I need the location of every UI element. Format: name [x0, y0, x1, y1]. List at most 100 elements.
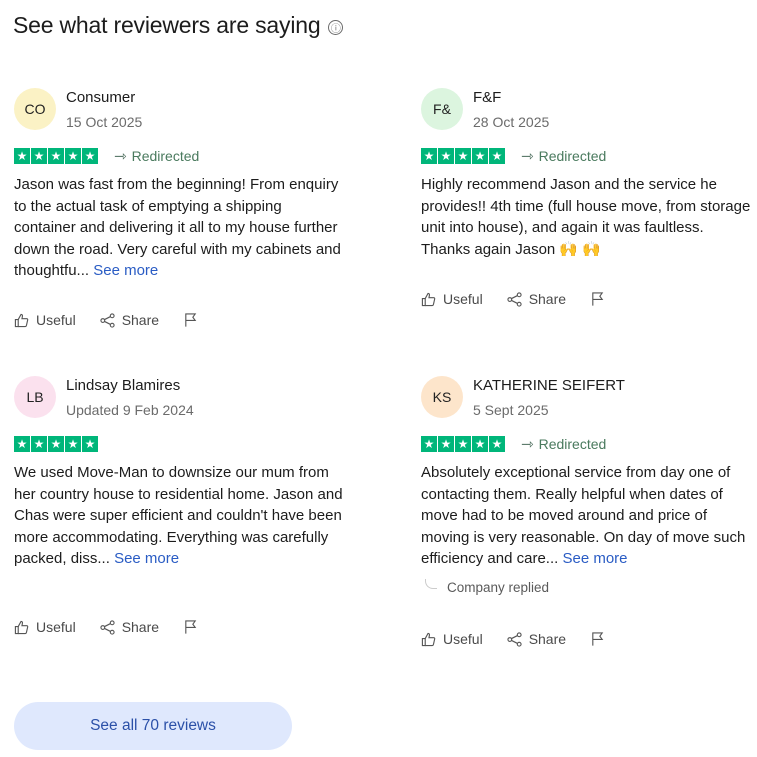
review-actions: Useful Share [421, 631, 605, 647]
star-icon: ★ [65, 148, 81, 164]
redirected-label: Redirected [538, 436, 607, 452]
flag-icon [592, 632, 604, 646]
company-replied[interactable]: Company replied [421, 579, 751, 595]
useful-label: Useful [36, 312, 76, 328]
review-text: We used Move-Man to downsize our mum fro… [14, 462, 344, 570]
useful-button[interactable]: Useful [14, 312, 76, 328]
useful-label: Useful [443, 291, 483, 307]
redirect-arrow-icon: ⇾ [521, 148, 534, 165]
star-icon: ★ [455, 148, 471, 164]
useful-label: Useful [36, 619, 76, 635]
avatar: F& [421, 88, 463, 130]
share-button[interactable]: Share [507, 631, 566, 647]
star-icon: ★ [489, 148, 505, 164]
thumbs-up-icon [421, 632, 436, 646]
review-card: LB Lindsay Blamires Updated 9 Feb 2024 ★… [14, 376, 344, 635]
redirect-arrow-icon: ⇾ [114, 148, 127, 165]
star-icon: ★ [14, 436, 30, 452]
share-label: Share [121, 312, 160, 328]
share-icon [507, 291, 522, 307]
star-rating: ★ ★ ★ ★ ★ [421, 148, 505, 164]
review-card: CO Consumer 15 Oct 2025 ★ ★ ★ ★ ★ ⇾ Redirect… [14, 88, 344, 328]
thumbs-up-icon [14, 313, 29, 327]
reviewer-name[interactable]: Consumer [66, 88, 142, 108]
review-text: Absolutely exceptional service from day … [421, 462, 751, 570]
review-card: F& F&F 28 Oct 2025 ★ ★ ★ ★ ★ ⇾ Redirected Hi… [421, 88, 751, 307]
see-more-link[interactable]: See more [114, 550, 179, 567]
star-icon: ★ [455, 436, 471, 452]
redirect-arrow-icon: ⇾ [521, 436, 534, 453]
redirected-badge[interactable]: ⇾ Redirected [114, 147, 199, 165]
avatar: CO [14, 88, 56, 130]
flag-icon [592, 292, 604, 306]
review-body: Jason was fast from the beginning! From … [14, 176, 341, 279]
redirected-badge[interactable]: ⇾ Redirected [521, 147, 606, 165]
avatar: LB [14, 376, 56, 418]
company-replied-label: Company replied [447, 579, 550, 595]
share-icon [100, 312, 115, 328]
star-icon: ★ [48, 148, 64, 164]
review-actions: Useful Share [421, 291, 605, 307]
review-date: 15 Oct 2025 [66, 114, 143, 130]
star-icon: ★ [65, 436, 81, 452]
review-text: Highly recommend Jason and the service h… [421, 174, 751, 260]
reply-icon [425, 579, 437, 589]
share-label: Share [528, 291, 567, 307]
useful-button[interactable]: Useful [421, 631, 483, 647]
review-actions: Useful Share [14, 312, 198, 328]
see-all-reviews-button[interactable]: See all 70 reviews [14, 702, 292, 750]
star-icon: ★ [14, 148, 30, 164]
thumbs-up-icon [14, 620, 29, 634]
star-icon: ★ [31, 436, 47, 452]
info-icon[interactable]: ⓘ [328, 19, 344, 35]
useful-label: Useful [443, 631, 483, 647]
reviewer-name[interactable]: KATHERINE SEIFERT [473, 376, 625, 396]
share-icon [100, 619, 115, 635]
report-button[interactable] [590, 631, 605, 647]
useful-button[interactable]: Useful [421, 291, 483, 307]
star-icon: ★ [48, 436, 64, 452]
thumbs-up-icon [421, 292, 436, 306]
star-icon: ★ [82, 148, 98, 164]
star-icon: ★ [82, 436, 98, 452]
report-button[interactable] [590, 291, 605, 307]
page-title: See what reviewers are saying [13, 12, 321, 38]
star-icon: ★ [489, 436, 505, 452]
redirected-label: Redirected [131, 148, 200, 164]
report-button[interactable] [183, 619, 198, 635]
useful-button[interactable]: Useful [14, 619, 76, 635]
star-icon: ★ [438, 148, 454, 164]
share-button[interactable]: Share [507, 291, 566, 307]
share-icon [507, 631, 522, 647]
star-icon: ★ [472, 436, 488, 452]
see-more-link[interactable]: See more [93, 262, 158, 279]
share-button[interactable]: Share [100, 312, 159, 328]
review-card: KS KATHERINE SEIFERT 5 Sept 2025 ★ ★ ★ ★ ★ ⇾… [421, 376, 751, 647]
star-rating: ★ ★ ★ ★ ★ [421, 436, 505, 452]
section-heading: See what reviewers are saying ⓘ [13, 12, 344, 39]
star-icon: ★ [421, 436, 437, 452]
star-icon: ★ [31, 148, 47, 164]
flag-icon [185, 313, 197, 327]
review-date: 28 Oct 2025 [473, 114, 550, 130]
star-rating: ★ ★ ★ ★ ★ [14, 148, 98, 164]
reviewer-name[interactable]: Lindsay Blamires [66, 376, 194, 396]
reviewer-name[interactable]: F&F [473, 88, 549, 108]
review-date: 5 Sept 2025 [473, 402, 549, 418]
star-icon: ★ [421, 148, 437, 164]
review-date: Updated 9 Feb 2024 [66, 402, 194, 418]
see-more-link[interactable]: See more [562, 550, 627, 567]
flag-icon [185, 620, 197, 634]
redirected-badge[interactable]: ⇾ Redirected [521, 435, 606, 453]
share-label: Share [528, 631, 567, 647]
report-button[interactable] [183, 312, 198, 328]
star-rating: ★ ★ ★ ★ ★ [14, 436, 98, 452]
avatar: KS [421, 376, 463, 418]
review-actions: Useful Share [14, 619, 198, 635]
review-body: Highly recommend Jason and the service h… [421, 176, 751, 258]
redirected-label: Redirected [538, 148, 607, 164]
share-button[interactable]: Share [100, 619, 159, 635]
review-text: Jason was fast from the beginning! From … [14, 174, 344, 282]
share-label: Share [121, 619, 160, 635]
star-icon: ★ [472, 148, 488, 164]
